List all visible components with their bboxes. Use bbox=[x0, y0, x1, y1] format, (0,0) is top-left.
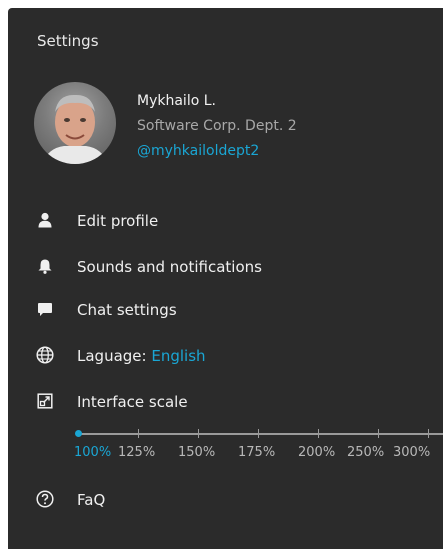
scale-option-125[interactable]: 125% bbox=[118, 445, 155, 460]
menu-label-faq: FaQ bbox=[77, 491, 106, 509]
scale-tick bbox=[138, 429, 139, 438]
scale-option-200[interactable]: 200% bbox=[298, 445, 335, 460]
scale-tick bbox=[378, 429, 379, 438]
menu-item-interface-scale[interactable]: Interface scale bbox=[8, 385, 443, 419]
scale-icon bbox=[36, 392, 54, 410]
profile-name: Mykhailo L. bbox=[137, 93, 216, 109]
profile-organization: Software Corp. Dept. 2 bbox=[137, 118, 297, 134]
menu-label-chat-settings: Chat settings bbox=[77, 301, 177, 319]
menu-label-interface-scale: Interface scale bbox=[77, 393, 188, 411]
language-label: Laguage: bbox=[77, 347, 147, 365]
menu-label-language: Laguage: English bbox=[77, 347, 206, 365]
menu-item-edit-profile[interactable]: Edit profile bbox=[8, 204, 443, 238]
scale-option-300[interactable]: 300% bbox=[393, 445, 430, 460]
scale-option-150[interactable]: 150% bbox=[178, 445, 215, 460]
menu-label-edit-profile: Edit profile bbox=[77, 212, 159, 230]
scale-option-100[interactable]: 100% bbox=[74, 445, 111, 460]
menu-label-sounds: Sounds and notifications bbox=[77, 258, 262, 276]
person-icon bbox=[36, 211, 54, 229]
scale-tick bbox=[198, 429, 199, 438]
scale-tick bbox=[258, 429, 259, 438]
globe-icon bbox=[36, 346, 54, 364]
scale-tick bbox=[428, 429, 429, 438]
scale-tick bbox=[318, 429, 319, 438]
profile-handle[interactable]: @myhkailoldept2 bbox=[137, 143, 259, 159]
language-value[interactable]: English bbox=[151, 347, 205, 365]
scale-option-175[interactable]: 175% bbox=[238, 445, 275, 460]
scale-slider[interactable] bbox=[75, 428, 443, 440]
bell-icon bbox=[36, 257, 54, 275]
avatar[interactable] bbox=[34, 82, 116, 164]
menu-item-language[interactable]: Laguage: English bbox=[8, 339, 443, 373]
scale-option-250[interactable]: 250% bbox=[347, 445, 384, 460]
scale-slider-track[interactable] bbox=[78, 433, 443, 435]
menu-item-sounds[interactable]: Sounds and notifications bbox=[8, 250, 443, 284]
chat-bubble-icon bbox=[36, 300, 54, 318]
panel-title: Settings bbox=[37, 32, 99, 50]
question-circle-icon bbox=[36, 490, 54, 508]
menu-item-chat-settings[interactable]: Chat settings bbox=[8, 293, 443, 327]
menu-item-faq[interactable]: FaQ bbox=[8, 483, 443, 517]
settings-panel: Settings Mykhailo L. Software Corp. Dept… bbox=[8, 8, 443, 549]
scale-slider-thumb[interactable] bbox=[75, 430, 82, 437]
